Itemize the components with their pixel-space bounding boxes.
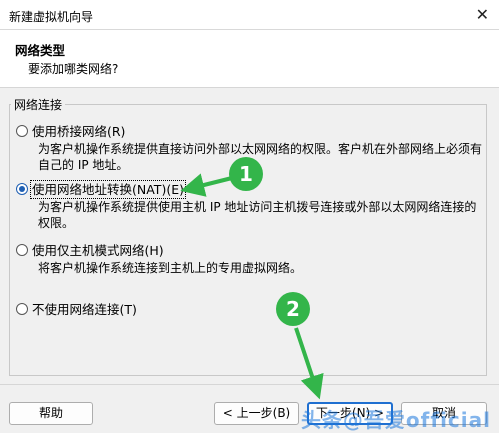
annotation-marker-1: 1 xyxy=(229,157,263,191)
watermark: 头条@吾爱official xyxy=(300,408,491,432)
annotation-arrows xyxy=(180,173,324,400)
arrow-to-nat xyxy=(180,173,233,197)
annotation-marker-2: 2 xyxy=(276,292,310,326)
arrow-to-next xyxy=(294,327,324,400)
